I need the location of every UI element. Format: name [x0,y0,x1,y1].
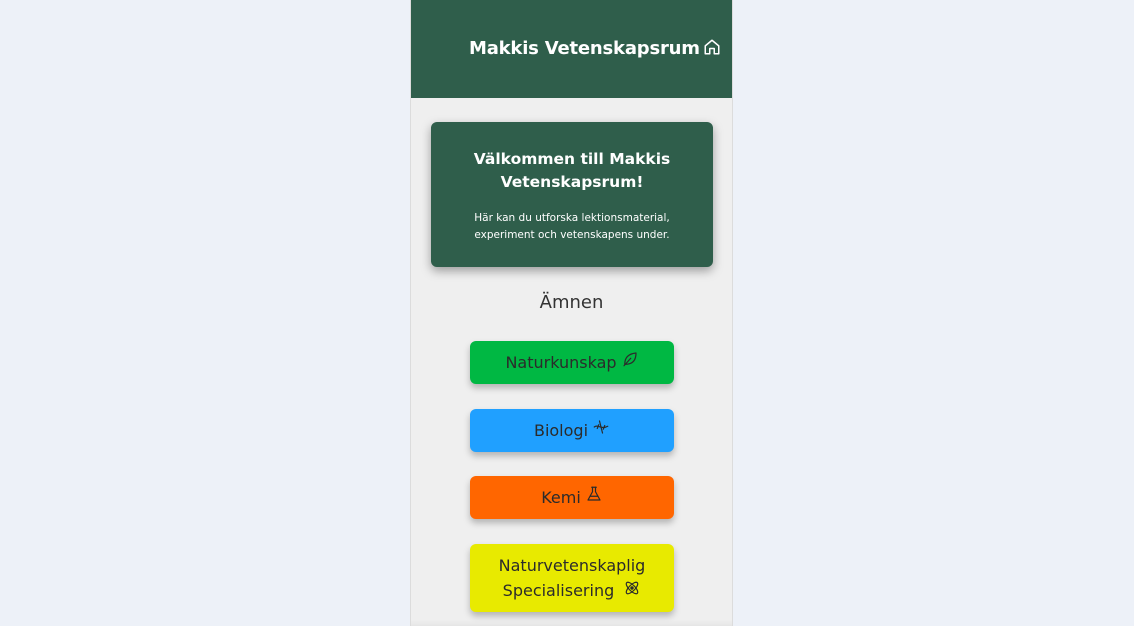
flask-icon [585,485,603,510]
app-title: Makkis Vetenskapsrum [469,38,700,59]
subject-button-label: Biologi [533,421,589,440]
welcome-card: Välkommen till Makkis Vetenskapsrum! Här… [431,122,713,267]
subject-button-naturkunskap[interactable]: Naturkunskap [470,341,674,384]
subject-button-label: Naturkunskap [505,353,617,372]
app-viewport: Makkis Vetenskapsrum Välkommen till Makk… [410,0,733,626]
app-header: Makkis Vetenskapsrum [411,0,732,98]
welcome-title: Välkommen till Makkis Vetenskapsrum! [473,150,671,191]
subject-button-biologi[interactable]: Biologi [470,409,674,452]
subjects-heading: Ämnen [539,292,604,313]
subject-button-kemi[interactable]: Kemi [470,476,674,519]
atom-icon [623,579,641,604]
bottom-edge [411,620,732,626]
subject-button-label: Kemi [541,488,581,507]
welcome-text: Här kan du utforska lektionsmaterial, ex… [474,212,670,241]
dna-icon [592,418,610,443]
subject-button-label: Naturvetenskaplig Specialisering [480,553,664,604]
leaf-icon [621,350,639,375]
home-icon[interactable] [703,38,723,58]
subject-button-naturvetenskaplig-specialisering[interactable]: Naturvetenskaplig Specialisering [470,544,674,612]
